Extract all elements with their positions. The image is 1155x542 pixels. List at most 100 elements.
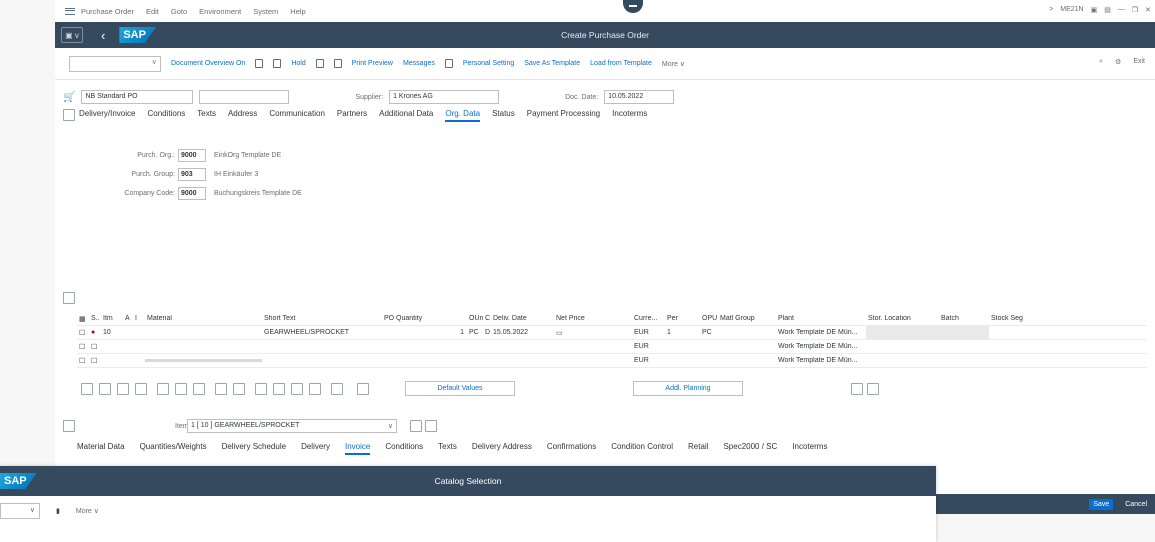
- col-net-price[interactable]: Net Price: [554, 315, 632, 322]
- maximize-icon[interactable]: ❐: [1132, 6, 1138, 14]
- info-icon[interactable]: [444, 59, 453, 68]
- tab-confirmations[interactable]: Confirmations: [547, 442, 596, 455]
- quantity-cell[interactable]: 1: [382, 329, 467, 336]
- per-cell[interactable]: 1: [665, 329, 700, 336]
- hold-button[interactable]: Hold: [291, 60, 305, 67]
- catalog-command-field[interactable]: ∨: [0, 503, 40, 519]
- batch-cell[interactable]: [939, 326, 989, 339]
- tab-communication[interactable]: Communication: [269, 109, 325, 122]
- col-plant[interactable]: Plant: [776, 315, 866, 322]
- save-button[interactable]: Save: [1089, 498, 1114, 510]
- currency-cell[interactable]: EUR: [632, 357, 665, 364]
- tab-address[interactable]: Address: [228, 109, 257, 122]
- sync-icon[interactable]: [867, 383, 879, 395]
- next-item-icon[interactable]: [425, 420, 437, 432]
- table-row[interactable]: ☐ ☐ EUR Work Template DE Mün...: [77, 354, 1147, 368]
- net-price-cell[interactable]: ▭: [554, 329, 632, 337]
- col-stock-seg[interactable]: Stock Seg: [989, 315, 1034, 322]
- col-deliv-date[interactable]: Deliv. Date: [491, 315, 554, 322]
- tab-detail-incoterms[interactable]: Incoterms: [792, 442, 827, 455]
- sort-ascending-icon[interactable]: [255, 383, 267, 395]
- tab-detail-texts[interactable]: Texts: [438, 442, 457, 455]
- tab-additional-data[interactable]: Additional Data: [379, 109, 433, 122]
- tab-spec2000[interactable]: Spec2000 / SC: [723, 442, 777, 455]
- col-status[interactable]: S..: [89, 315, 101, 322]
- tab-quantities-weights[interactable]: Quantities/Weights: [140, 442, 207, 455]
- filter-icon[interactable]: [215, 383, 227, 395]
- paste-icon[interactable]: [175, 383, 187, 395]
- collapse-detail-button[interactable]: [63, 420, 75, 432]
- table-row[interactable]: ☐ ● 10 GEARWHEEL/SPROCKET 1 PC D 15.05.2…: [77, 326, 1147, 340]
- item-select[interactable]: 1 [ 10 ] GEARWHEEL/SPROCKET ∨: [187, 419, 397, 433]
- details-icon[interactable]: [81, 383, 93, 395]
- collapse-items-button[interactable]: [63, 292, 75, 304]
- export-icon[interactable]: [357, 383, 369, 395]
- tab-detail-conditions[interactable]: Conditions: [385, 442, 423, 455]
- date-category-cell[interactable]: D: [483, 329, 491, 336]
- row-select-box[interactable]: ☐: [77, 329, 89, 337]
- more-menu-button[interactable]: More ∨: [662, 60, 685, 68]
- plant-cell[interactable]: Work Template DE Mün...: [776, 329, 866, 336]
- tab-condition-control[interactable]: Condition Control: [611, 442, 673, 455]
- oun-cell[interactable]: PC: [467, 329, 483, 336]
- error-status-icon[interactable]: ●: [89, 329, 101, 336]
- select-all-icon[interactable]: [99, 383, 111, 395]
- document-type-select[interactable]: NB Standard PO: [81, 90, 194, 104]
- plant-cell[interactable]: Work Template DE Mün...: [776, 357, 866, 364]
- tab-status[interactable]: Status: [492, 109, 515, 122]
- menu-system[interactable]: System: [253, 7, 278, 16]
- col-opu[interactable]: OPU: [700, 315, 718, 322]
- col-currency[interactable]: Curre...: [632, 315, 665, 322]
- find-next-icon[interactable]: [309, 383, 321, 395]
- sum-icon[interactable]: [233, 383, 245, 395]
- tab-material-data[interactable]: Material Data: [77, 442, 125, 455]
- tab-retail[interactable]: Retail: [688, 442, 708, 455]
- plant-cell[interactable]: Work Template DE Mün...: [776, 343, 866, 350]
- exit-button[interactable]: Exit: [1133, 58, 1145, 66]
- copy-icon[interactable]: [157, 383, 169, 395]
- col-oun[interactable]: OUn: [467, 315, 483, 322]
- horizontal-scrollbar[interactable]: [145, 359, 262, 362]
- menu-environment[interactable]: Environment: [199, 7, 241, 16]
- menu-icon[interactable]: [65, 7, 75, 15]
- col-account[interactable]: A: [123, 315, 133, 322]
- settings-icon[interactable]: ⚙: [1115, 58, 1121, 66]
- tab-conditions[interactable]: Conditions: [147, 109, 185, 122]
- save-as-template-button[interactable]: Save As Template: [524, 60, 580, 67]
- delete-row-icon[interactable]: [135, 383, 147, 395]
- close-icon[interactable]: ✕: [1145, 6, 1151, 14]
- col-short-text[interactable]: Short Text: [262, 315, 382, 322]
- opu-cell[interactable]: PC: [700, 329, 718, 336]
- tab-payment-processing[interactable]: Payment Processing: [527, 109, 600, 122]
- load-from-template-button[interactable]: Load from Template: [590, 60, 652, 67]
- personal-setting-button[interactable]: Personal Setting: [463, 60, 514, 67]
- purch-group-input[interactable]: 903: [178, 168, 206, 181]
- menu-goto[interactable]: Goto: [171, 7, 187, 16]
- default-values-button[interactable]: Default Values: [405, 381, 515, 396]
- command-field[interactable]: [69, 55, 161, 72]
- menu-help[interactable]: Help: [290, 7, 305, 16]
- stor-location-cell[interactable]: [866, 326, 939, 339]
- col-item-category[interactable]: I: [133, 315, 145, 322]
- addl-planning-button[interactable]: Addl. Planning: [633, 381, 743, 396]
- back-icon[interactable]: ‹: [101, 28, 105, 43]
- sessions-menu-button[interactable]: ▣ v: [61, 27, 83, 43]
- tab-partners[interactable]: Partners: [337, 109, 367, 122]
- split-icon[interactable]: [851, 383, 863, 395]
- check-icon[interactable]: [315, 59, 324, 68]
- tab-delivery-schedule[interactable]: Delivery Schedule: [222, 442, 286, 455]
- tab-delivery-invoice[interactable]: Delivery/Invoice: [79, 109, 135, 122]
- calendar-icon[interactable]: ▭: [556, 330, 563, 337]
- tab-org-data[interactable]: Org. Data: [445, 109, 481, 122]
- currency-cell[interactable]: EUR: [632, 343, 665, 350]
- tab-delivery[interactable]: Delivery: [301, 442, 330, 455]
- deselect-all-icon[interactable]: [117, 383, 129, 395]
- find-icon[interactable]: [291, 383, 303, 395]
- col-po-quantity[interactable]: PO Quantity: [382, 315, 467, 322]
- collapse-handle-icon[interactable]: [623, 0, 643, 13]
- tab-incoterms[interactable]: Incoterms: [612, 109, 647, 122]
- col-matl-group[interactable]: Matl Group: [718, 315, 776, 322]
- col-material[interactable]: Material: [145, 315, 262, 322]
- menu-purchase-order[interactable]: Purchase Order: [81, 7, 134, 16]
- short-text-cell[interactable]: GEARWHEEL/SPROCKET: [262, 329, 382, 336]
